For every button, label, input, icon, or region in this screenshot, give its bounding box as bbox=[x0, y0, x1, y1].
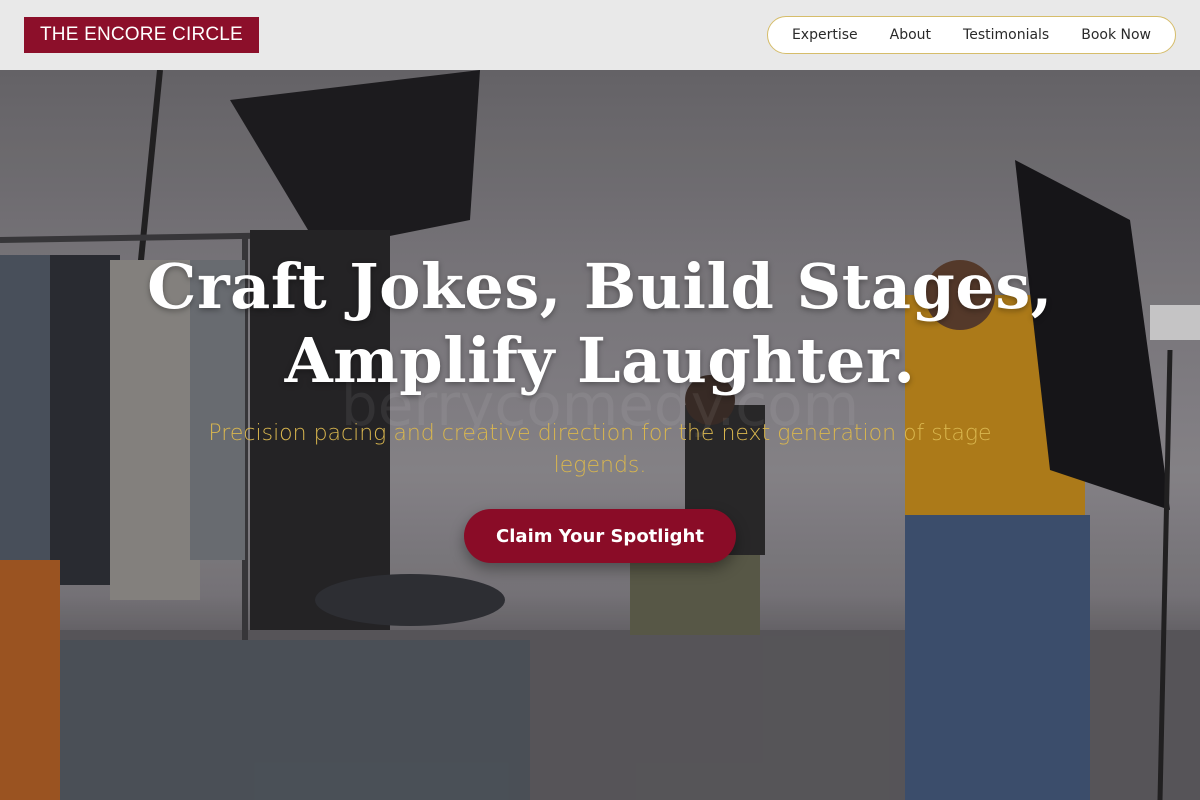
nav-link-book-now[interactable]: Book Now bbox=[1065, 27, 1167, 43]
hero-section: berrycomedy.com Craft Jokes, Build Stage… bbox=[0, 70, 1200, 800]
logo[interactable]: THE ENCORE CIRCLE bbox=[24, 17, 259, 53]
nav-link-expertise[interactable]: Expertise bbox=[776, 27, 874, 43]
hero-headline-line-1: Craft Jokes, Build Stages, bbox=[147, 250, 1053, 323]
hero-headline: Craft Jokes, Build Stages, Amplify Laugh… bbox=[0, 250, 1200, 398]
site-header: THE ENCORE CIRCLE Expertise About Testim… bbox=[0, 0, 1200, 70]
nav-link-testimonials[interactable]: Testimonials bbox=[947, 27, 1065, 43]
nav-link-about[interactable]: About bbox=[874, 27, 947, 43]
claim-spotlight-button[interactable]: Claim Your Spotlight bbox=[464, 509, 736, 563]
hero-headline-line-2: Amplify Laughter. bbox=[284, 324, 916, 397]
hero-subtitle: Precision pacing and creative direction … bbox=[208, 421, 992, 478]
main-nav: Expertise About Testimonials Book Now bbox=[766, 16, 1176, 54]
